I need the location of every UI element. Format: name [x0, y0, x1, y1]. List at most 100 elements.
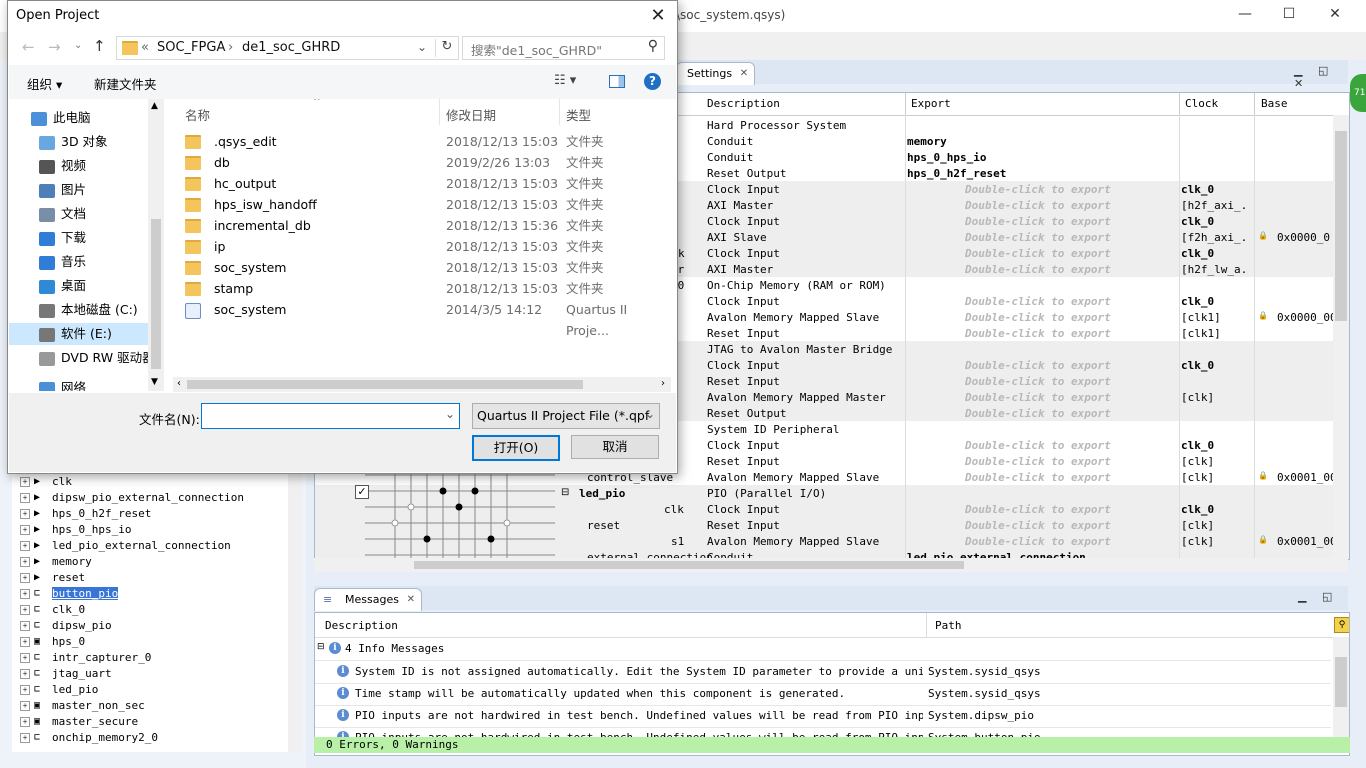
filetype-dropdown-icon[interactable]: ⌄: [645, 407, 655, 421]
expand-icon[interactable]: +: [20, 637, 30, 647]
expand-icon[interactable]: +: [20, 685, 30, 695]
expand-icon[interactable]: +: [20, 525, 30, 535]
row-base[interactable]: 0x0001_00: [1277, 471, 1333, 484]
row-export-hint[interactable]: Double-click to export: [965, 375, 1111, 388]
expand-icon[interactable]: +: [20, 477, 30, 487]
tree-item[interactable]: + ▶ hps_0_h2f_reset: [20, 506, 151, 522]
view-controls[interactable]: ▁ ◱ ✕: [1294, 64, 1348, 90]
expand-icon[interactable]: +: [20, 509, 30, 519]
messages-view-controls[interactable]: ▁ ◱: [1298, 590, 1338, 603]
row-export[interactable]: hps_0_hps_io: [907, 151, 986, 164]
tree-item[interactable]: + ⊏ led_pio: [20, 682, 98, 698]
expand-icon[interactable]: +: [20, 589, 30, 599]
row-clock[interactable]: [clk]: [1181, 391, 1249, 404]
msg-col-path[interactable]: Path: [935, 619, 962, 632]
row-clock[interactable]: clk_0: [1181, 295, 1249, 308]
table-vscrollbar[interactable]: [1333, 115, 1349, 559]
search-icon[interactable]: ⚲: [648, 38, 658, 54]
expand-icon[interactable]: +: [20, 493, 30, 503]
message-row[interactable]: i PIO inputs are not hardwired in test be…: [315, 705, 1331, 728]
file-row[interactable]: incremental_db 2018/12/13 15:36 文件夹: [173, 215, 671, 236]
nav-item[interactable]: 音乐: [39, 251, 86, 273]
row-export-hint[interactable]: Double-click to export: [965, 407, 1111, 420]
tab-messages[interactable]: ≡ Messages ✕: [314, 588, 422, 611]
tree-item[interactable]: + ⊏ intr_capturer_0: [20, 650, 151, 666]
tree-vscrollbar[interactable]: [288, 472, 302, 752]
breadcrumb-soc-fpga[interactable]: SOC_FPGA: [157, 40, 225, 55]
tab-settings[interactable]: Settings ✕: [676, 62, 756, 85]
row-export-hint[interactable]: Double-click to export: [965, 327, 1111, 340]
col-date-modified[interactable]: 修改日期: [446, 105, 496, 124]
row-clock[interactable]: [h2f_axi_...: [1181, 199, 1249, 212]
expand-icon[interactable]: +: [20, 717, 30, 727]
tree-item[interactable]: + ▶ led_pio_external_connection: [20, 538, 231, 554]
use-checkbox[interactable]: ✓: [355, 485, 369, 499]
row-clock[interactable]: clk_0: [1181, 359, 1249, 372]
file-row[interactable]: hc_output 2018/12/13 15:03 文件夹: [173, 173, 671, 194]
organize-button[interactable]: 组织 ▾: [27, 74, 62, 93]
close-tab-icon[interactable]: ✕: [740, 63, 748, 85]
message-row[interactable]: i Time stamp will be automatically update…: [315, 683, 1331, 706]
close-messages-icon[interactable]: ✕: [407, 589, 415, 611]
expand-icon[interactable]: ⊟: [561, 487, 569, 498]
row-clock[interactable]: [f2h_axi_...: [1181, 231, 1249, 244]
address-bar[interactable]: « SOC_FPGA › de1_soc_GHRD ⌄ ↻: [116, 36, 459, 60]
breadcrumb-overflow[interactable]: «: [141, 40, 149, 55]
address-dropdown-icon[interactable]: ⌄: [417, 40, 427, 54]
col-export[interactable]: Export: [911, 97, 951, 110]
row-clock[interactable]: clk_0: [1181, 503, 1249, 516]
forward-icon[interactable]: →: [48, 38, 61, 56]
row-clock[interactable]: clk_0: [1181, 215, 1249, 228]
tree-item[interactable]: + ⊏ onchip_memory2_0: [20, 730, 158, 746]
preview-pane-icon[interactable]: [609, 75, 625, 88]
row-export-hint[interactable]: Double-click to export: [965, 231, 1111, 244]
dialog-close-button[interactable]: ✕: [645, 4, 671, 28]
tree-item[interactable]: + ▣ master_secure: [20, 714, 138, 730]
row-export[interactable]: memory: [907, 135, 947, 148]
file-row[interactable]: soc_system 2018/12/13 15:03 文件夹: [173, 257, 671, 278]
row-clock[interactable]: clk_0: [1181, 439, 1249, 452]
breadcrumb-de1-soc-ghrd[interactable]: de1_soc_GHRD: [242, 40, 340, 55]
filetype-select[interactable]: Quartus II Project File (*.qpf ⌄: [472, 403, 660, 429]
nav-item[interactable]: 视频: [39, 155, 86, 177]
expand-icon[interactable]: +: [20, 557, 30, 567]
expand-icon[interactable]: +: [20, 653, 30, 663]
nav-item[interactable]: 软件 (E:): [9, 323, 149, 345]
row-export-hint[interactable]: Double-click to export: [965, 199, 1111, 212]
up-folder-icon[interactable]: ↑: [93, 37, 106, 55]
row-clock[interactable]: [clk]: [1181, 519, 1249, 532]
tree-item[interactable]: + ⊏ clk_0: [20, 602, 85, 618]
file-hscroll-thumb[interactable]: [187, 380, 583, 389]
nav-scroll-thumb[interactable]: [151, 219, 161, 369]
filename-dropdown-icon[interactable]: ⌄: [445, 407, 455, 421]
message-row[interactable]: i System ID is not assigned automatically…: [315, 661, 1331, 684]
col-clock[interactable]: Clock: [1185, 97, 1218, 110]
expand-icon[interactable]: +: [20, 541, 30, 551]
row-export-hint[interactable]: Double-click to export: [965, 215, 1111, 228]
back-icon[interactable]: ←: [22, 38, 35, 56]
row-export-hint[interactable]: Double-click to export: [965, 535, 1111, 548]
file-row[interactable]: db 2019/2/26 13:03 文件夹: [173, 152, 671, 173]
col-description[interactable]: Description: [707, 97, 780, 110]
row-base[interactable]: 0x0000_00: [1277, 311, 1333, 324]
connection-name[interactable]: led_pio: [579, 487, 625, 500]
nav-item[interactable]: 此电脑: [31, 107, 91, 129]
expand-icon[interactable]: +: [20, 621, 30, 631]
row-export-hint[interactable]: Double-click to export: [965, 439, 1111, 452]
col-name[interactable]: 名称: [185, 105, 210, 124]
expand-icon[interactable]: +: [20, 573, 30, 583]
row-clock[interactable]: clk_0: [1181, 183, 1249, 196]
row-export-hint[interactable]: Double-click to export: [965, 391, 1111, 404]
expand-icon[interactable]: +: [20, 701, 30, 711]
file-row[interactable]: stamp 2018/12/13 15:03 文件夹: [173, 278, 671, 299]
nav-item[interactable]: 本地磁盘 (C:): [39, 299, 138, 321]
nav-item[interactable]: 桌面: [39, 275, 86, 297]
row-export-hint[interactable]: Double-click to export: [965, 503, 1111, 516]
hscroll-thumb[interactable]: [414, 561, 964, 569]
row-base[interactable]: 0x0000_0: [1277, 231, 1333, 244]
messages-vscrollbar[interactable]: [1333, 637, 1349, 737]
tree-item[interactable]: + ▶ clk: [20, 474, 72, 490]
maximize-button[interactable]: ☐: [1274, 6, 1304, 26]
row-export-hint[interactable]: Double-click to export: [965, 311, 1111, 324]
connection-name[interactable]: k: [678, 247, 685, 260]
